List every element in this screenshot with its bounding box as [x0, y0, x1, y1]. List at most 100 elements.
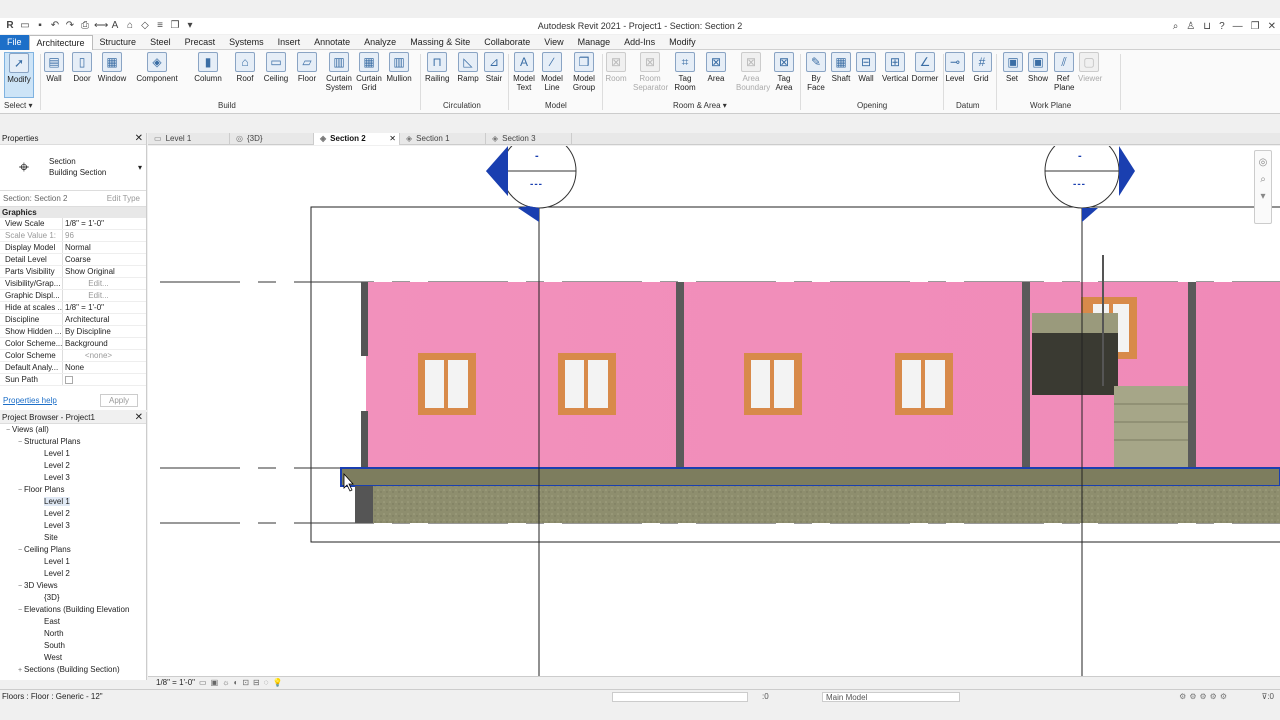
property-row[interactable]: Discipline Architectural — [0, 314, 146, 326]
tab-steel[interactable]: Steel — [143, 35, 178, 50]
property-value[interactable]: Show Original — [62, 266, 132, 277]
ceiling-button[interactable]: ▭ Ceiling — [262, 52, 290, 83]
show-button[interactable]: ▣ Show — [1028, 52, 1048, 83]
measure-icon[interactable]: ⟷ — [94, 20, 108, 32]
navigation-bar[interactable]: ◎ ⌕ ▾ — [1254, 150, 1272, 224]
filter-icon[interactable]: ⊽:0 — [1261, 690, 1274, 704]
model-line-button[interactable]: ∕ Model Line — [541, 52, 563, 92]
edit-type-button[interactable]: Edit Type — [107, 191, 140, 207]
shadows-icon[interactable]: ◐ — [233, 677, 238, 688]
print-icon[interactable]: ⎙ — [79, 20, 91, 32]
restore-icon[interactable]: ❐ — [1251, 21, 1260, 32]
curtain-grid-button[interactable]: ▦ Curtain Grid — [356, 52, 382, 92]
roof-button[interactable]: ⌂ Roof — [234, 52, 256, 83]
revit-logo-icon[interactable]: R — [4, 20, 16, 32]
area-button[interactable]: ⊠ Area — [705, 52, 727, 83]
property-row[interactable]: Show Hidden ... By Discipline — [0, 326, 146, 338]
ref-plane-button[interactable]: ⫽ Ref Plane — [1054, 52, 1074, 92]
property-value[interactable]: Coarse — [62, 254, 132, 265]
tab-file[interactable]: File — [0, 34, 29, 50]
browser-node[interactable]: + Sections (Building Section) — [0, 664, 146, 676]
foundation-edge[interactable] — [355, 486, 373, 523]
browser-node[interactable]: Level 2 — [0, 568, 146, 580]
search-icon[interactable]: ⌕ — [1173, 21, 1179, 32]
edit-button[interactable]: Edit... — [62, 278, 132, 289]
browser-node[interactable]: Level 1 — [0, 496, 146, 508]
tab-analyze[interactable]: Analyze — [357, 35, 403, 50]
window[interactable] — [558, 353, 616, 415]
view-tab-section-1[interactable]: ◈ Section 1 — [400, 133, 486, 145]
browser-node[interactable]: − Structural Plans — [0, 436, 146, 448]
graphics-group[interactable]: Graphics — [0, 207, 146, 218]
property-row[interactable]: Default Analy... None — [0, 362, 146, 374]
show-crop-icon[interactable]: ⊟ — [253, 677, 260, 688]
browser-node[interactable]: Site — [0, 532, 146, 544]
expand-toggle-icon[interactable]: + — [16, 665, 24, 677]
stair-button[interactable]: ⊿ Stair — [483, 52, 505, 83]
property-row[interactable]: Graphic Displ... Edit... — [0, 290, 146, 302]
workset-dropdown[interactable] — [612, 692, 748, 702]
shaft-button[interactable]: ▦ Shaft — [830, 52, 852, 83]
foundation[interactable] — [355, 486, 1280, 523]
chevron-down-icon[interactable]: ▾ — [138, 163, 142, 172]
view-tab-section-2[interactable]: ◈ Section 2 ✕ — [314, 133, 400, 145]
property-row[interactable]: Detail Level Coarse — [0, 254, 146, 266]
structural-column[interactable] — [361, 282, 368, 356]
section-view[interactable] — [148, 146, 1280, 676]
chevron-down-icon[interactable]: ▾ — [1255, 191, 1271, 202]
tab-architecture[interactable]: Architecture — [28, 34, 93, 50]
tag-room-button[interactable]: ⌗ Tag Room — [673, 52, 697, 92]
customize-icon[interactable]: ▾ — [184, 20, 196, 32]
window[interactable] — [744, 353, 802, 415]
property-row[interactable]: Visibility/Grap... Edit... — [0, 278, 146, 290]
tab-view[interactable]: View — [537, 35, 570, 50]
level-button[interactable]: ⊸ Level — [945, 52, 965, 83]
tag-area-button[interactable]: ⊠ Tag Area — [773, 52, 795, 92]
property-value[interactable]: Normal — [62, 242, 132, 253]
curtain-system-button[interactable]: ▥ Curtain System — [324, 52, 354, 92]
browser-node[interactable]: −3D Views — [0, 580, 146, 592]
door-button[interactable]: ▯ Door — [72, 52, 92, 83]
apply-button[interactable]: Apply — [99, 394, 138, 407]
help-icon[interactable]: ? — [1219, 21, 1225, 32]
property-row[interactable]: Hide at scales ... 1/8" = 1'-0" — [0, 302, 146, 314]
structural-column[interactable] — [1022, 282, 1030, 468]
model-text-button[interactable]: A Model Text — [513, 52, 535, 92]
close-icon[interactable]: ✕ — [389, 133, 396, 145]
browser-node[interactable]: West — [0, 652, 146, 664]
user-icon[interactable]: ♙ — [1186, 21, 1195, 32]
properties-help-link[interactable]: Properties help — [3, 396, 57, 405]
wall-button[interactable]: ⊟ Wall — [856, 52, 876, 83]
type-selector[interactable]: ⌖ Section Building Section ▾ — [0, 145, 146, 191]
vertical-button[interactable]: ⊞ Vertical — [882, 52, 908, 83]
tab-massing-site[interactable]: Massing & Site — [403, 35, 477, 50]
property-value[interactable]: 1/8" = 1'-0" — [62, 302, 132, 313]
browser-node[interactable]: − Elevations (Building Elevation — [0, 604, 146, 616]
selection-toggles[interactable]: ⚙⚙⚙⚙⚙ — [1179, 690, 1230, 704]
column-button[interactable]: ▮ Column — [191, 52, 225, 83]
viewer-button[interactable]: ▢ Viewer — [1078, 52, 1102, 83]
area-boundary-button[interactable]: ⊠ Area Boundary — [736, 52, 770, 92]
browser-node[interactable]: Level 3 — [0, 520, 146, 532]
switch-windows-icon[interactable]: ❐ — [169, 20, 181, 32]
by-face-button[interactable]: ✎ By Face — [806, 52, 826, 92]
browser-node[interactable]: South — [0, 640, 146, 652]
tab-collaborate[interactable]: Collaborate — [477, 35, 537, 50]
section-icon[interactable]: ◇ — [139, 20, 151, 32]
window[interactable] — [895, 353, 953, 415]
close-icon[interactable]: ✕ — [135, 133, 143, 145]
steering-wheel-icon[interactable]: ◎ — [1255, 157, 1271, 168]
sun-path-checkbox[interactable] — [65, 376, 73, 384]
room-separator-button[interactable]: ⊠ Room Separator — [633, 52, 668, 92]
visual-style-icon[interactable]: ▣ — [211, 677, 219, 688]
set-button[interactable]: ▣ Set — [1003, 52, 1023, 83]
view-tab--3d-[interactable]: ◎ {3D} — [230, 133, 314, 145]
property-value[interactable]: By Discipline — [62, 326, 132, 337]
property-row[interactable]: Color Scheme <none> — [0, 350, 146, 362]
tab-insert[interactable]: Insert — [271, 35, 308, 50]
text-icon[interactable]: A — [109, 20, 121, 32]
property-value[interactable]: 1/8" = 1'-0" — [62, 218, 132, 229]
property-row[interactable]: Display Model Normal — [0, 242, 146, 254]
dormer-button[interactable]: ∠ Dormer — [910, 52, 940, 83]
reveal-hidden-icon[interactable]: 💡 — [273, 677, 283, 688]
